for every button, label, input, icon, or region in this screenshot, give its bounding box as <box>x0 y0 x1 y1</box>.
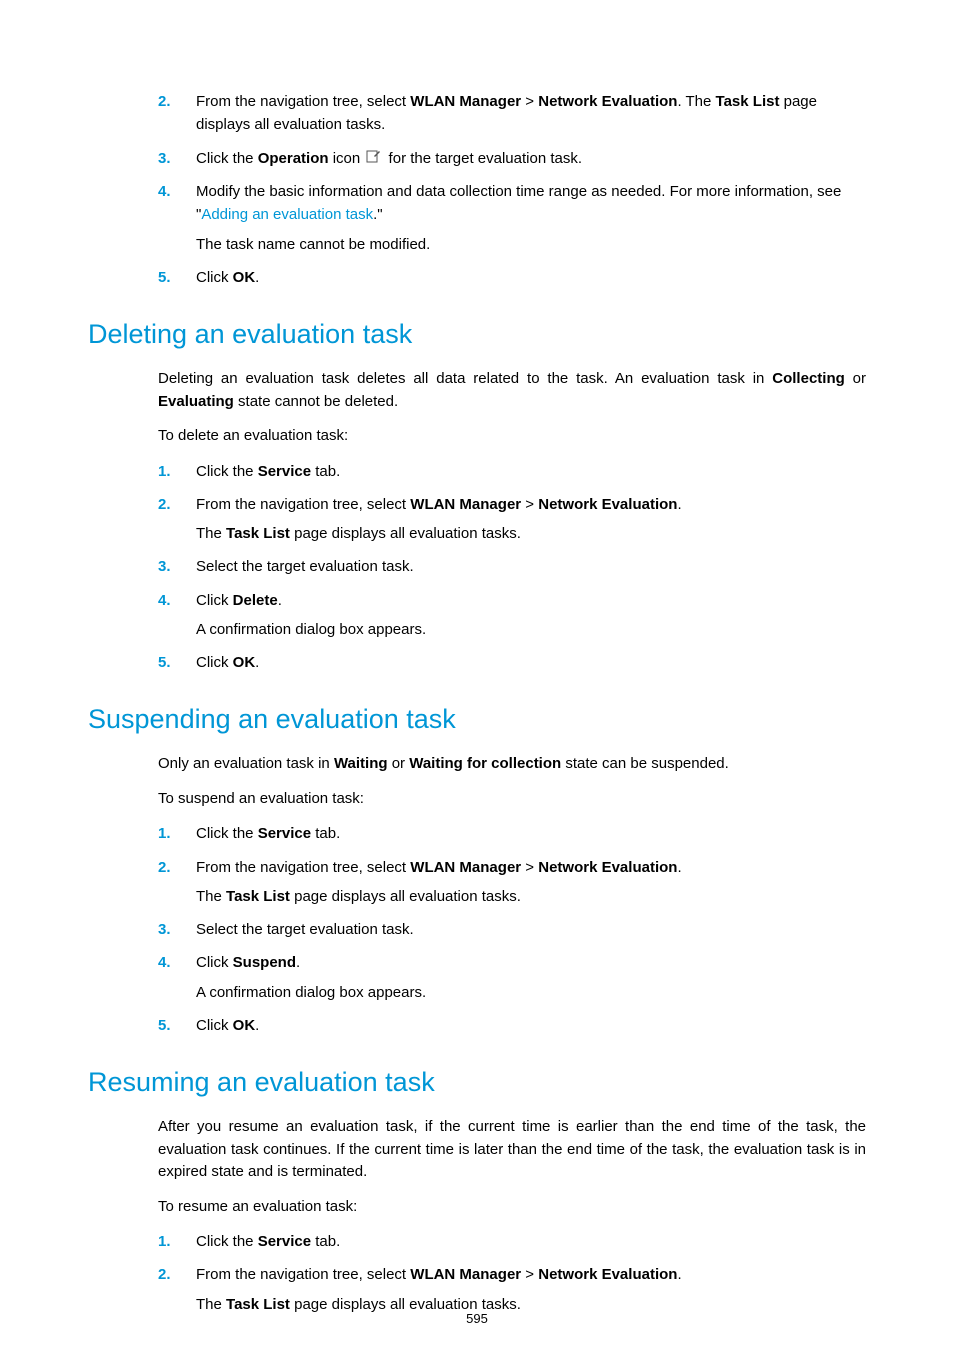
list-text: Click OK. <box>196 1017 259 1034</box>
list-item: 4. Click Suspend. A confirmation dialog … <box>158 951 866 1004</box>
list-item: 2. From the navigation tree, select WLAN… <box>158 856 866 909</box>
list-item: 1. Click the Service tab. <box>158 460 866 483</box>
paragraph: To suspend an evaluation task: <box>158 788 866 811</box>
list-text: Modify the basic information and data co… <box>196 183 841 223</box>
list-text: Click Delete. <box>196 592 282 609</box>
list-text: From the navigation tree, select WLAN Ma… <box>196 93 817 133</box>
list-item: 1. Click the Service tab. <box>158 1230 866 1253</box>
list-number: 5. <box>158 1014 171 1037</box>
list-item: 2. From the navigation tree, select WLAN… <box>158 90 866 137</box>
list-item: 2. From the navigation tree, select WLAN… <box>158 493 866 546</box>
paragraph: To delete an evaluation task: <box>158 425 866 448</box>
list-item: 5. Click OK. <box>158 651 866 674</box>
section-suspend: Only an evaluation task in Waiting or Wa… <box>88 753 866 1037</box>
list-item: 3. Select the target evaluation task. <box>158 555 866 578</box>
list-number: 1. <box>158 822 171 845</box>
top-continuation-list: 2. From the navigation tree, select WLAN… <box>88 90 866 289</box>
page-number: 595 <box>0 1311 954 1326</box>
list-number: 2. <box>158 1263 171 1286</box>
list-item: 4. Modify the basic information and data… <box>158 180 866 256</box>
edit-icon <box>366 147 382 170</box>
paragraph: After you resume an evaluation task, if … <box>158 1116 866 1184</box>
list-text: Click the Service tab. <box>196 463 340 480</box>
paragraph: To resume an evaluation task: <box>158 1196 866 1219</box>
list-number: 2. <box>158 493 171 516</box>
paragraph: Deleting an evaluation task deletes all … <box>158 368 866 413</box>
section-delete: Deleting an evaluation task deletes all … <box>88 368 866 674</box>
list-text: Select the target evaluation task. <box>196 558 414 575</box>
heading-suspending: Suspending an evaluation task <box>88 704 866 735</box>
list-number: 3. <box>158 147 171 170</box>
heading-deleting: Deleting an evaluation task <box>88 319 866 350</box>
list-number: 5. <box>158 266 171 289</box>
list-item: 2. From the navigation tree, select WLAN… <box>158 1263 866 1316</box>
list-number: 3. <box>158 918 171 941</box>
list-item: 5. Click OK. <box>158 1014 866 1037</box>
list-text: From the navigation tree, select WLAN Ma… <box>196 496 682 513</box>
list-number: 1. <box>158 1230 171 1253</box>
list-text: Click OK. <box>196 654 259 671</box>
list-subtext: A confirmation dialog box appears. <box>196 981 866 1004</box>
list-text: From the navigation tree, select WLAN Ma… <box>196 859 682 876</box>
list-number: 2. <box>158 856 171 879</box>
list-number: 5. <box>158 651 171 674</box>
list-text: Click Suspend. <box>196 954 300 971</box>
list-number: 4. <box>158 589 171 612</box>
list-subtext: The Task List page displays all evaluati… <box>196 885 866 908</box>
list-number: 4. <box>158 180 171 203</box>
list-item: 3. Click the Operation icon for the targ… <box>158 147 866 171</box>
list-item: 5. Click OK. <box>158 266 866 289</box>
heading-resuming: Resuming an evaluation task <box>88 1067 866 1098</box>
list-subtext: The task name cannot be modified. <box>196 233 866 256</box>
paragraph: Only an evaluation task in Waiting or Wa… <box>158 753 866 776</box>
list-item: 1. Click the Service tab. <box>158 822 866 845</box>
document-page: 2. From the navigation tree, select WLAN… <box>0 0 954 1366</box>
section-resume: After you resume an evaluation task, if … <box>88 1116 866 1316</box>
list-number: 2. <box>158 90 171 113</box>
list-text: Click OK. <box>196 269 259 286</box>
link-adding-evaluation-task[interactable]: Adding an evaluation task <box>201 206 373 223</box>
list-subtext: A confirmation dialog box appears. <box>196 618 866 641</box>
list-text: Click the Operation icon for the target … <box>196 150 582 167</box>
list-text: Select the target evaluation task. <box>196 921 414 938</box>
list-number: 3. <box>158 555 171 578</box>
list-number: 1. <box>158 460 171 483</box>
list-subtext: The Task List page displays all evaluati… <box>196 522 866 545</box>
list-number: 4. <box>158 951 171 974</box>
list-text: From the navigation tree, select WLAN Ma… <box>196 1266 682 1283</box>
list-text: Click the Service tab. <box>196 825 340 842</box>
list-item: 3. Select the target evaluation task. <box>158 918 866 941</box>
list-text: Click the Service tab. <box>196 1233 340 1250</box>
list-item: 4. Click Delete. A confirmation dialog b… <box>158 589 866 642</box>
